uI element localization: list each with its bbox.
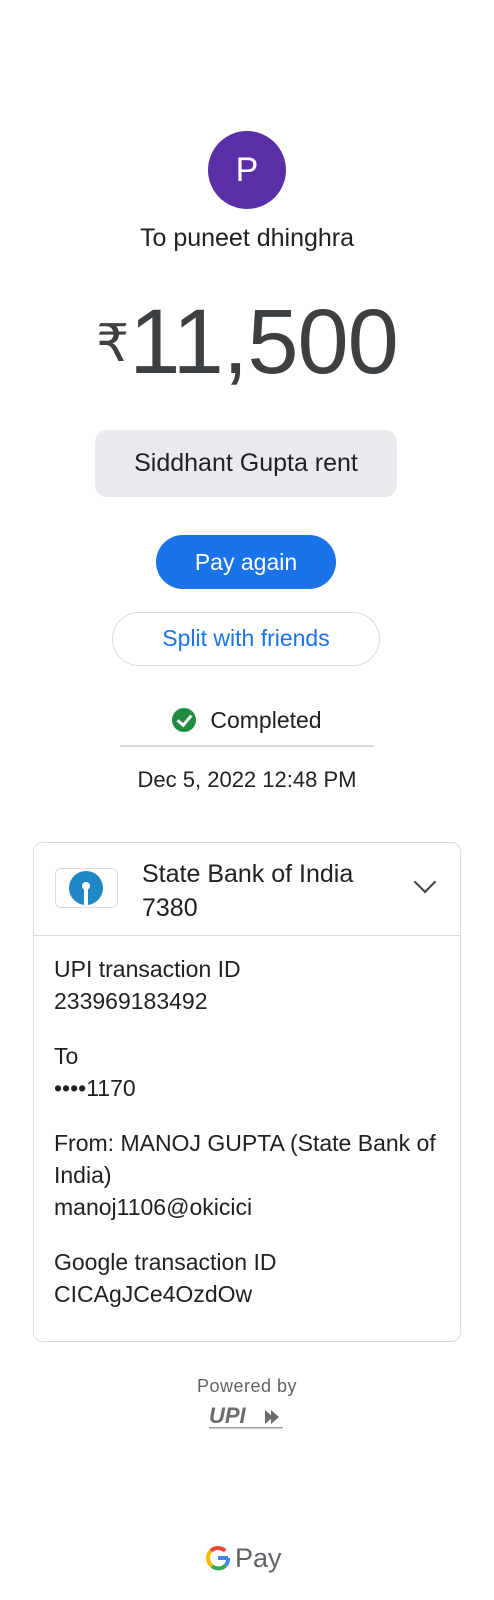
currency-symbol: ₹ [96, 315, 130, 373]
sbi-logo-icon [55, 868, 118, 908]
from-label: From: MANOJ GUPTA (State Bank of India) [54, 1130, 436, 1188]
google-g-icon [205, 1545, 231, 1571]
status-row: Completed [120, 700, 374, 740]
gpay-pay-text: Pay [235, 1542, 282, 1573]
from-value: manoj1106@okicici [54, 1194, 253, 1220]
transaction-datetime: Dec 5, 2022 12:48 PM [137, 767, 357, 792]
amount-value: 11,500 [129, 291, 399, 393]
gpay-logo: Pay [205, 1538, 295, 1578]
to-value: ••••1170 [54, 1075, 136, 1101]
google-transaction-id-label: Google transaction ID [54, 1249, 277, 1275]
google-transaction-id-value: CICAgJCe4OzdOw [54, 1281, 253, 1307]
powered-by-label: Powered by [196, 1376, 298, 1396]
status-divider [120, 745, 374, 747]
pay-again-button[interactable]: Pay again [156, 535, 336, 589]
payment-note: Siddhant Gupta rent [95, 430, 397, 497]
bank-account-suffix: 7380 [142, 894, 198, 922]
upi-transaction-id-value: 233969183492 [54, 988, 208, 1014]
transaction-details-card: State Bank of India 7380 UPI transaction… [33, 842, 461, 1342]
status-label: Completed [210, 706, 322, 733]
split-with-friends-button[interactable]: Split with friends [112, 612, 380, 666]
bank-name: State Bank of India 7380 [142, 857, 402, 925]
upi-logo-text: UPI [209, 1403, 247, 1428]
bank-name-label: State Bank of India [142, 860, 354, 888]
chevron-down-icon[interactable] [413, 870, 437, 894]
upi-logo-icon: UPI [209, 1403, 283, 1429]
to-label: To [54, 1043, 79, 1069]
payment-amount: ₹ 11,500 [0, 296, 494, 396]
bank-account-row[interactable]: State Bank of India 7380 [34, 843, 460, 936]
google-transaction-id-block: Google transaction ID CICAgJCe4OzdOw [54, 1246, 444, 1310]
check-circle-icon [172, 708, 197, 732]
from-block: From: MANOJ GUPTA (State Bank of India) … [54, 1127, 444, 1223]
recipient-avatar: P [208, 131, 286, 209]
to-block: To ••••1170 [54, 1040, 444, 1104]
upi-transaction-id-block: UPI transaction ID 233969183492 [54, 953, 444, 1017]
upi-transaction-id-label: UPI transaction ID [54, 956, 241, 982]
recipient-name: To puneet dhinghra [139, 224, 355, 252]
